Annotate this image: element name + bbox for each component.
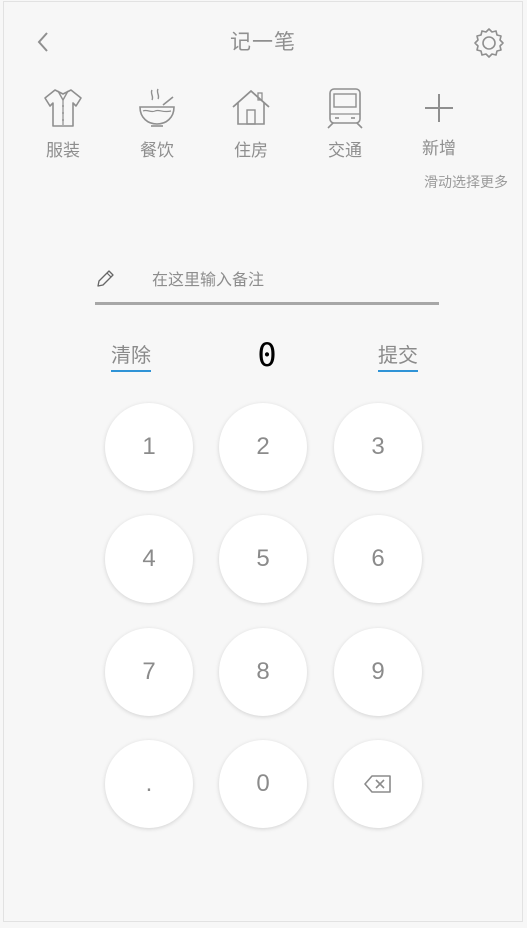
- key-decimal[interactable]: .: [105, 740, 193, 828]
- train-icon: [327, 88, 363, 129]
- amount-display: 0: [257, 336, 277, 374]
- category-label: 新增: [422, 139, 456, 159]
- plus-icon: [425, 94, 453, 122]
- category-label: 餐饮: [140, 141, 174, 161]
- category-housing[interactable]: 住房: [219, 86, 283, 161]
- key-0[interactable]: 0: [219, 740, 307, 828]
- backspace-icon: [364, 775, 391, 793]
- category-add[interactable]: 新增: [407, 86, 471, 159]
- bowl-icon: [139, 88, 175, 127]
- key-6[interactable]: 6: [334, 515, 422, 603]
- category-transport[interactable]: 交通: [313, 86, 377, 161]
- key-8[interactable]: 8: [219, 628, 307, 716]
- app-frame: 记一笔 服装 餐饮 住房 交通 新增 滑动选择更多 在这里输入备注 清除 0 提…: [3, 1, 523, 922]
- key-4[interactable]: 4: [105, 515, 193, 603]
- submit-button[interactable]: 提交: [378, 339, 418, 372]
- house-icon: [232, 90, 270, 125]
- key-1[interactable]: 1: [105, 403, 193, 491]
- key-2[interactable]: 2: [219, 403, 307, 491]
- shirt-icon: [44, 89, 82, 127]
- note-input[interactable]: [150, 262, 434, 296]
- scroll-hint: 滑动选择更多: [424, 175, 508, 191]
- category-dining[interactable]: 餐饮: [125, 86, 189, 161]
- key-9[interactable]: 9: [334, 628, 422, 716]
- category-label: 住房: [234, 141, 268, 161]
- gear-icon: [474, 28, 504, 58]
- category-clothing[interactable]: 服装: [31, 86, 95, 161]
- key-5[interactable]: 5: [219, 515, 307, 603]
- pencil-icon: [97, 270, 114, 287]
- key-backspace[interactable]: [334, 740, 422, 828]
- key-3[interactable]: 3: [334, 403, 422, 491]
- key-7[interactable]: 7: [105, 628, 193, 716]
- settings-button[interactable]: [472, 26, 506, 60]
- category-label: 服装: [46, 141, 80, 161]
- clear-button[interactable]: 清除: [111, 339, 151, 372]
- note-field: [95, 260, 439, 305]
- category-label: 交通: [328, 141, 362, 161]
- page-title: 记一笔: [230, 30, 296, 54]
